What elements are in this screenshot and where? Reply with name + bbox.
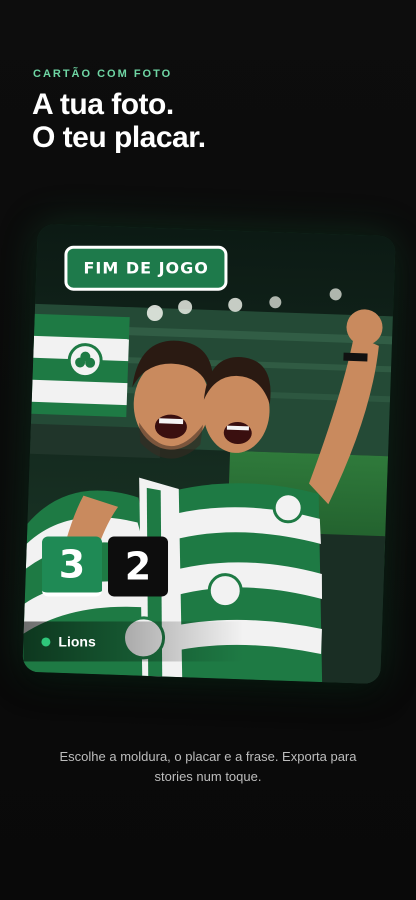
home-score[interactable]: 3 <box>42 536 103 597</box>
page-title: A tua foto. O teu placar. <box>32 88 392 154</box>
team-name: Lions <box>58 633 96 650</box>
scoreboard[interactable]: 3 2 <box>42 536 169 597</box>
team-dot-icon <box>41 636 51 646</box>
team-label[interactable]: Lions <box>23 621 244 662</box>
fans-photo <box>22 223 396 685</box>
headline-line-2: O teu placar. <box>32 121 206 154</box>
feature-caption: Escolhe a moldura, o placar e a frase. E… <box>59 749 357 784</box>
status-badge[interactable]: FIM DE JOGO <box>64 245 228 291</box>
photo-score-card[interactable]: FIM DE JOGO 3 2 Lions <box>22 223 396 685</box>
headline-line-1: A tua foto. <box>32 88 174 121</box>
section-eyebrow: CARTÃO COM FOTO <box>33 68 173 80</box>
away-score[interactable]: 2 <box>108 536 169 597</box>
stadium-photo-illustration <box>22 223 396 685</box>
app-screen: CARTÃO COM FOTO A tua foto. O teu placar… <box>0 0 416 900</box>
